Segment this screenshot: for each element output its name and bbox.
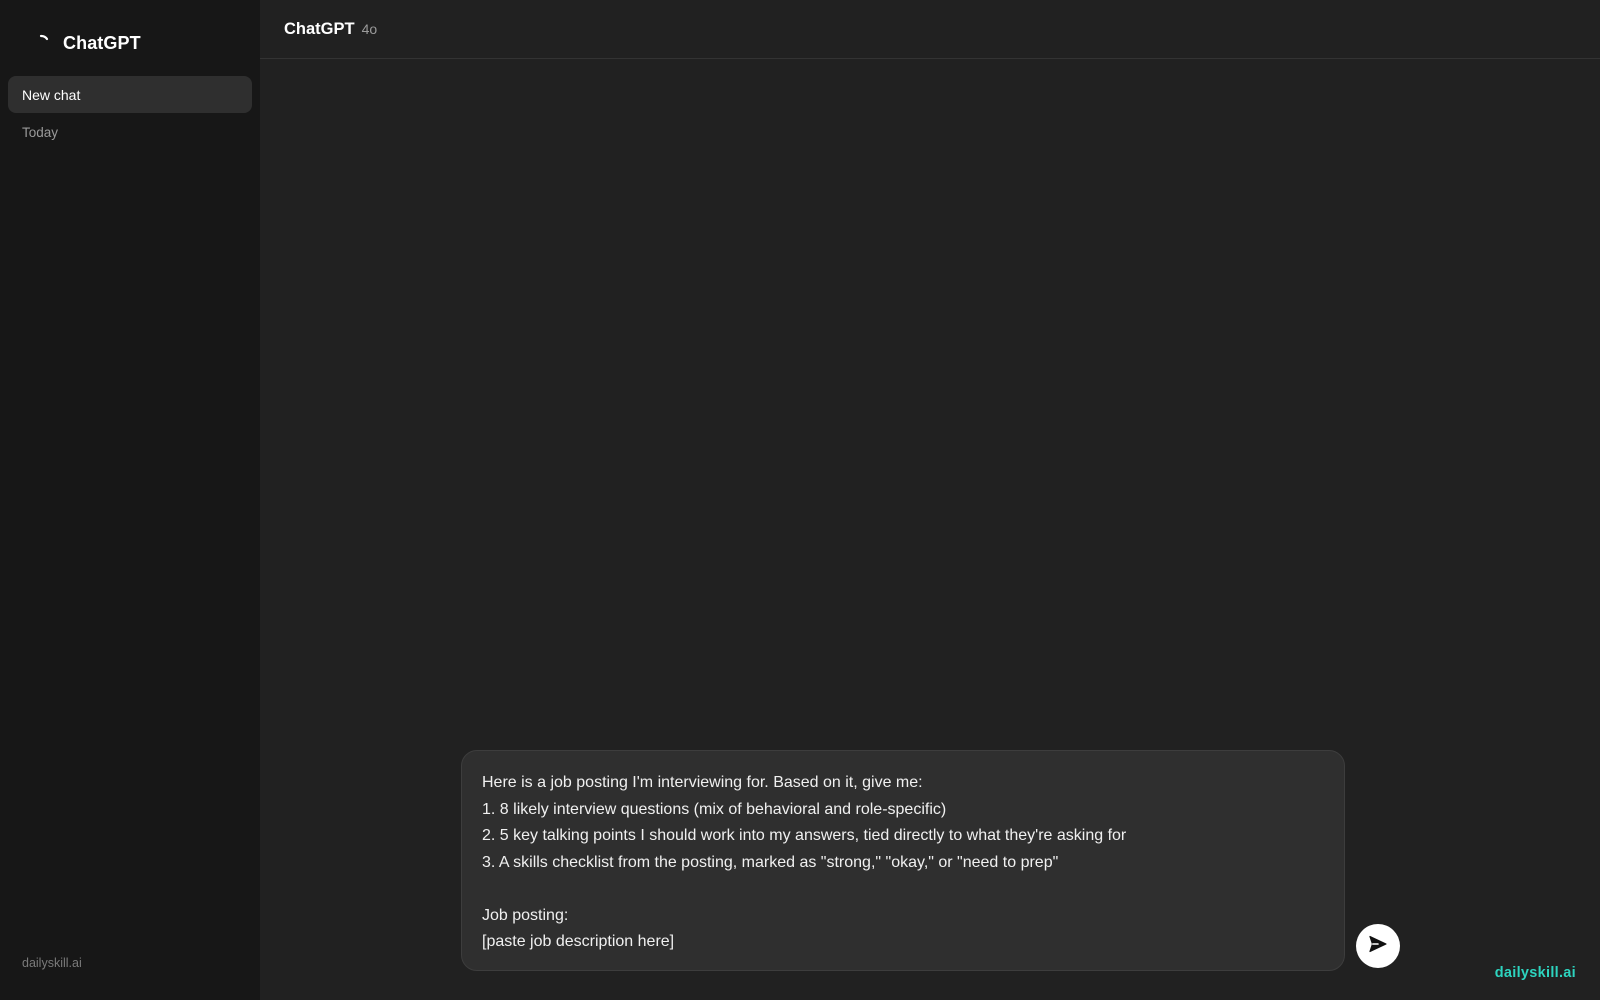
section-label-today: Today (22, 125, 59, 140)
prompt-line: Job posting: (482, 906, 569, 924)
prompt-input[interactable]: Here is a job posting I'm interviewing f… (461, 750, 1345, 971)
send-arrow-icon (1368, 934, 1388, 959)
prompt-line: [paste job description here] (482, 933, 675, 950)
chat-header: ChatGPT 4o (260, 0, 1600, 59)
prompt-line: 1. 8 likely interview questions (mix of … (482, 800, 947, 818)
app-window: ChatGPT New chat Today dailyskill.ai Cha… (0, 0, 1600, 1000)
watermark-text: dailyskill.ai (1494, 965, 1576, 981)
prompt-line: Here is a job posting I'm interviewing f… (482, 774, 923, 791)
new-chat-label: New chat (22, 86, 81, 103)
new-chat-button[interactable]: New chat (8, 76, 252, 113)
sidebar-footer-text: dailyskill.ai (22, 956, 82, 970)
prompt-line: 3. A skills checklist from the posting, … (482, 853, 1059, 871)
brand-name: ChatGPT (63, 32, 141, 53)
sidebar: ChatGPT New chat Today dailyskill.ai (0, 0, 260, 1000)
main-panel: ChatGPT 4o Here is a job posting I'm int… (260, 0, 1600, 1000)
model-label[interactable]: 4o (362, 21, 378, 37)
send-button[interactable] (1356, 924, 1400, 968)
prompt-line (482, 876, 1324, 903)
spinner-icon (36, 32, 58, 54)
prompt-line: 2. 5 key talking points I should work in… (482, 827, 1127, 844)
header-title[interactable]: ChatGPT (284, 20, 355, 39)
brand[interactable]: ChatGPT (36, 28, 141, 58)
